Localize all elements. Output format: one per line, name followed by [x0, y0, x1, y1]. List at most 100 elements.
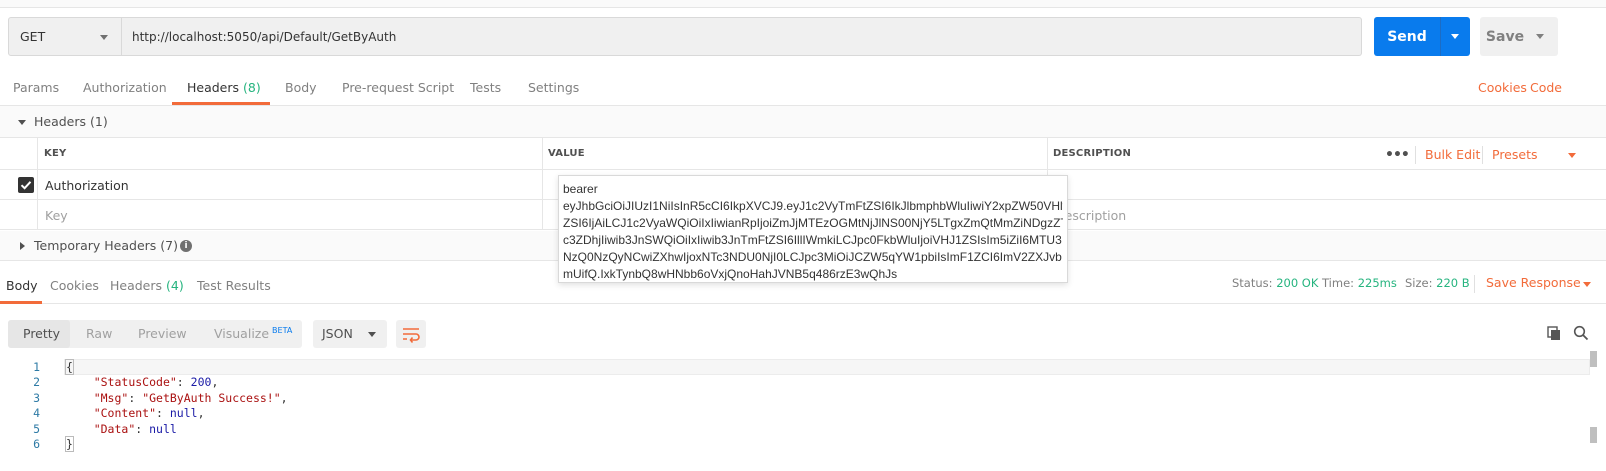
url-text: http://localhost:5050/api/Default/GetByA… — [132, 29, 397, 44]
column-key: KEY — [44, 148, 67, 159]
line-number: 3 — [33, 391, 40, 405]
json-comma: , — [197, 406, 205, 420]
url-input[interactable]: http://localhost:5050/api/Default/GetByA… — [122, 17, 1362, 56]
status-value[interactable]: 200 OK — [1276, 276, 1318, 290]
tab-body[interactable]: Body — [285, 80, 317, 95]
language-select[interactable]: JSON — [313, 320, 387, 348]
time-readout: Time: 225ms — [1322, 276, 1397, 290]
value-line: bearer — [563, 182, 598, 196]
divider — [1415, 146, 1416, 164]
presets-dropdown[interactable]: Presets — [1492, 147, 1538, 162]
tab-response-headers-label: Headers — [110, 278, 163, 293]
header-key-cell[interactable]: Authorization — [45, 178, 129, 193]
tab-settings-label: Settings — [528, 80, 580, 95]
tab-test-results-label: Test Results — [197, 278, 271, 293]
chevron-down-icon — [368, 332, 376, 337]
search-icon[interactable] — [1573, 325, 1589, 344]
tab-response-cookies-label: Cookies — [50, 278, 99, 293]
tab-headers-count: (8) — [243, 80, 261, 95]
json-sep: : — [128, 391, 143, 405]
method-select[interactable]: GET — [8, 17, 122, 56]
format-pretty[interactable]: Pretty — [23, 326, 60, 341]
line-number: 1 — [33, 360, 40, 374]
chevron-down-icon — [100, 35, 108, 40]
header-value-editor[interactable]: bearer eyJhbGciOiJIUzI1NiIsInR5cCI6IkpXV… — [558, 175, 1068, 283]
tab-response-headers-count: (4) — [166, 278, 184, 293]
bulk-edit-link[interactable]: Bulk Edit — [1425, 147, 1480, 162]
format-tabs: Pretty Raw Preview Visualize BETA — [8, 320, 302, 348]
column-divider — [37, 138, 38, 230]
json-key: "Content" — [93, 406, 157, 420]
save-button[interactable]: Save — [1480, 17, 1558, 56]
active-line-highlight — [64, 359, 1590, 375]
tab-authorization[interactable]: Authorization — [83, 80, 167, 95]
tab-body-label: Body — [285, 80, 317, 95]
save-response-button[interactable]: Save Response — [1486, 275, 1581, 290]
tab-response-headers[interactable]: Headers (4) — [110, 278, 184, 293]
new-key-input[interactable]: Key — [45, 208, 68, 223]
info-icon[interactable]: i — [180, 240, 192, 252]
value-line: ZSI6IjAiLCJ1c2VyaWQiOiIxIiwianRpIjoiZmJj… — [563, 216, 1063, 230]
temporary-headers-title: Temporary Headers (7) — [34, 238, 178, 253]
column-description: DESCRIPTION — [1053, 148, 1132, 159]
tab-params[interactable]: Params — [13, 80, 59, 95]
line-number: 4 — [33, 406, 40, 420]
format-raw[interactable]: Raw — [86, 326, 112, 341]
format-visualize[interactable]: Visualize BETA — [214, 326, 292, 341]
headers-section-toggle[interactable]: Headers (1) — [0, 106, 1606, 138]
send-divider — [1440, 17, 1441, 56]
scrollbar-thumb[interactable] — [1590, 351, 1597, 367]
method-label: GET — [20, 29, 46, 44]
format-preview[interactable]: Preview — [138, 326, 187, 341]
top-strip — [0, 0, 1606, 8]
tab-response-body-label: Body — [6, 278, 38, 293]
time-value[interactable]: 225ms — [1358, 276, 1397, 290]
size-value[interactable]: 220 B — [1436, 276, 1470, 290]
json-key: "Msg" — [93, 391, 129, 405]
tab-headers-label: Headers — [187, 80, 240, 95]
tab-response-body[interactable]: Body — [6, 278, 38, 293]
value-line: NzQ0NzQyNCwiZXhwIjoxNTc3NDU0NjI0LCJpc3Mi… — [563, 250, 1062, 264]
wrap-icon — [403, 328, 420, 343]
tab-tests[interactable]: Tests — [470, 80, 501, 95]
row-checkbox[interactable] — [18, 177, 34, 193]
json-key: "StatusCode" — [93, 375, 177, 389]
more-options-icon[interactable]: ••• — [1385, 147, 1410, 163]
tab-settings[interactable]: Settings — [528, 80, 579, 95]
send-options-chevron-icon[interactable] — [1451, 34, 1459, 39]
active-tab-indicator — [0, 301, 42, 304]
tab-response-cookies[interactable]: Cookies — [50, 278, 99, 293]
chevron-down-icon — [1568, 153, 1576, 158]
response-body-editor[interactable]: 1 { 2 "StatusCode": 200, 3 "Msg": "GetBy… — [0, 351, 1606, 471]
copy-icon[interactable] — [1546, 325, 1562, 344]
scrollbar-thumb[interactable] — [1590, 427, 1597, 443]
status-readout: Status: 200 OK — [1232, 276, 1318, 290]
cookies-link[interactable]: Cookies — [1478, 80, 1527, 95]
visualize-label: Visualize — [214, 326, 270, 342]
beta-badge: BETA — [272, 326, 293, 335]
json-comma: , — [211, 375, 219, 389]
tab-pre-request-script[interactable]: Pre-request Script — [342, 80, 454, 95]
line-number: 5 — [33, 422, 40, 436]
collapse-icon — [18, 120, 26, 125]
headers-table-header: KEY VALUE DESCRIPTION ••• Bulk Edit Pres… — [0, 138, 1606, 170]
line-number: 2 — [33, 375, 40, 389]
column-value: VALUE — [548, 148, 585, 159]
code-line: { — [65, 359, 74, 375]
status-label: Status: — [1232, 276, 1273, 290]
send-label: Send — [1387, 28, 1427, 45]
tab-pre-request-label: Pre-request Script — [342, 80, 455, 95]
wrap-lines-button[interactable] — [396, 320, 426, 348]
save-options-chevron-icon[interactable] — [1536, 34, 1544, 39]
open-brace: { — [65, 359, 74, 375]
json-comma: , — [280, 391, 288, 405]
value-line: c3ZDhjIiwib3JnSWQiOiIxIiwib3JnTmFtZSI6Il… — [563, 233, 1062, 247]
send-button[interactable]: Send — [1374, 17, 1470, 56]
request-tabs: Params Authorization Headers (8) Body Pr… — [0, 72, 1606, 106]
tab-test-results[interactable]: Test Results — [197, 278, 271, 293]
tab-headers[interactable]: Headers (8) — [187, 80, 261, 95]
column-divider — [542, 138, 543, 230]
close-brace: } — [65, 436, 74, 452]
code-link[interactable]: Code — [1530, 80, 1562, 95]
tab-authorization-label: Authorization — [83, 80, 167, 95]
